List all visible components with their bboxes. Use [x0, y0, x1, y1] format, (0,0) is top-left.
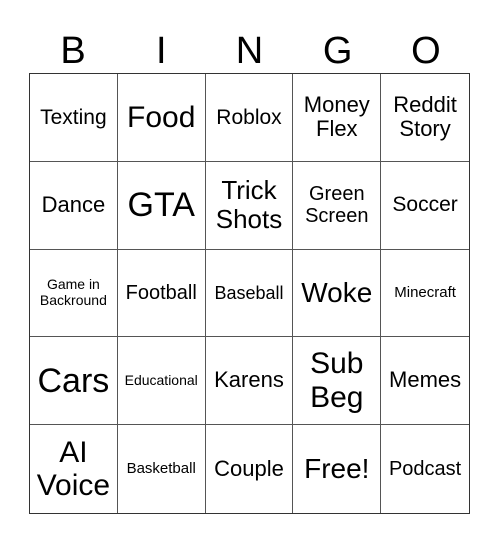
bingo-cell[interactable]: Podcast: [381, 425, 469, 513]
bingo-cell[interactable]: Game in Backround: [30, 249, 118, 338]
bingo-cell[interactable]: Roblox: [205, 74, 294, 162]
bingo-cell[interactable]: Money Flex: [293, 74, 382, 162]
bingo-cell[interactable]: GTA: [117, 161, 206, 250]
bingo-cell[interactable]: Couple: [206, 425, 294, 513]
bingo-cell[interactable]: Texting: [30, 74, 118, 162]
bingo-cell[interactable]: Football: [117, 249, 206, 338]
bingo-cell[interactable]: Woke: [293, 249, 382, 338]
bingo-cell[interactable]: Food: [117, 74, 206, 162]
bingo-cell[interactable]: Dance: [30, 161, 118, 250]
bingo-grid: Texting Food Roblox Money Flex Reddit St…: [29, 73, 470, 514]
bingo-cell[interactable]: Educational: [117, 337, 206, 426]
bingo-cell[interactable]: Sub Beg: [293, 337, 382, 426]
bingo-cell[interactable]: AI Voice: [30, 425, 118, 513]
bingo-cell[interactable]: Minecraft: [381, 250, 469, 338]
bingo-cell[interactable]: Reddit Story: [381, 74, 469, 162]
header-letter-n: N: [235, 30, 264, 72]
bingo-cell[interactable]: Baseball: [205, 249, 294, 338]
bingo-header: B I N G O: [29, 30, 470, 72]
header-letter-g: G: [322, 30, 353, 72]
header-letter-o: O: [411, 30, 441, 72]
header-letter-i: I: [156, 30, 167, 72]
bingo-cell[interactable]: Soccer: [381, 162, 469, 250]
bingo-cell[interactable]: Memes: [381, 337, 469, 426]
header-letter-b: B: [60, 30, 86, 72]
bingo-cell[interactable]: Cars: [30, 337, 118, 426]
bingo-cell[interactable]: Karens: [205, 337, 294, 426]
bingo-cell[interactable]: Trick Shots: [205, 161, 294, 250]
bingo-cell[interactable]: Basketball: [118, 425, 206, 513]
free-space-cell[interactable]: Free!: [293, 425, 382, 513]
bingo-cell[interactable]: Green Screen: [293, 161, 382, 250]
